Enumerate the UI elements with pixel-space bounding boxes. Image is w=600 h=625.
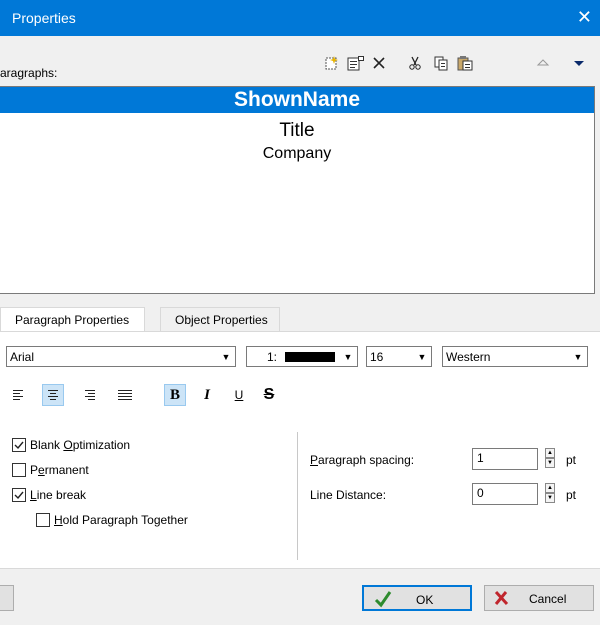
line-distance-stepper[interactable]: ▲ ▼: [545, 483, 555, 505]
paragraphs-label: aragraphs:: [0, 66, 58, 80]
close-icon[interactable]: ✕: [577, 6, 592, 28]
check-icon: [14, 441, 24, 450]
spin-down-icon[interactable]: ▼: [545, 493, 555, 503]
paragraph-spacing-stepper[interactable]: ▲ ▼: [545, 448, 555, 470]
cancel-x-icon: [494, 590, 509, 606]
checkbox-box: [36, 513, 50, 527]
checkbox-box: [12, 438, 26, 452]
check-icon: [374, 591, 392, 608]
justify-icon: [118, 390, 132, 400]
permanent-label: Permanent: [30, 463, 89, 477]
paragraph-spacing-label: Paragraph spacing:: [310, 453, 415, 467]
hold-paragraph-together-checkbox[interactable]: Hold Paragraph Together: [36, 513, 188, 527]
hold-paragraph-together-label: Hold Paragraph Together: [54, 513, 188, 527]
underline-button[interactable]: U: [228, 384, 250, 406]
paragraph-spacing-input[interactable]: 1: [472, 448, 538, 470]
spin-up-icon[interactable]: ▲: [545, 483, 555, 493]
color-prefix: 1:: [267, 350, 278, 364]
line-break-checkbox[interactable]: Line break: [12, 488, 86, 502]
tab-paragraph-properties[interactable]: Paragraph Properties: [0, 307, 145, 332]
strikethrough-button[interactable]: S: [258, 384, 280, 406]
bold-button[interactable]: B: [164, 384, 186, 406]
panel-divider: [297, 432, 298, 560]
justify-button[interactable]: [114, 384, 136, 406]
align-left-button[interactable]: [8, 384, 30, 406]
copy-icon[interactable]: [430, 52, 452, 74]
paste-icon[interactable]: [454, 52, 476, 74]
line-break-label: Line break: [30, 488, 87, 502]
blank-optimization-label: Blank Optimization: [30, 438, 131, 452]
new-icon[interactable]: [320, 52, 342, 74]
help-button[interactable]: [0, 585, 14, 611]
align-center-icon: [48, 390, 58, 400]
align-left-icon: [13, 390, 23, 400]
window-title: Properties: [12, 10, 76, 26]
align-center-button[interactable]: [42, 384, 64, 406]
check-icon: [14, 491, 24, 500]
font-select[interactable]: Arial ▼: [6, 346, 236, 367]
italic-button[interactable]: I: [196, 384, 218, 406]
paragraph-item-title[interactable]: Title: [0, 119, 594, 143]
paragraph-spacing-unit: pt: [566, 453, 577, 467]
line-distance-label: Line Distance:: [310, 488, 387, 502]
ok-label: OK: [416, 593, 434, 607]
spin-up-icon[interactable]: ▲: [545, 448, 555, 458]
chevron-down-icon: ▼: [343, 351, 353, 362]
tab-object-properties[interactable]: Object Properties: [160, 307, 280, 331]
checkbox-box: [12, 488, 26, 502]
spin-down-icon[interactable]: ▼: [545, 458, 555, 468]
color-select[interactable]: 1: ▼: [246, 346, 358, 367]
title-bar: Properties ✕: [0, 0, 600, 36]
color-swatch: [285, 352, 335, 362]
properties-icon[interactable]: [345, 52, 367, 74]
align-right-button[interactable]: [78, 384, 100, 406]
move-down-icon[interactable]: [568, 52, 590, 74]
chevron-down-icon: ▼: [221, 351, 231, 362]
delete-icon[interactable]: [368, 52, 390, 74]
line-distance-input[interactable]: 0: [472, 483, 538, 505]
permanent-checkbox[interactable]: Permanent: [12, 463, 89, 477]
paragraph-item-shownname[interactable]: ShownName: [0, 87, 594, 113]
line-distance-unit: pt: [566, 488, 577, 502]
font-size-value: 16: [370, 350, 384, 364]
paragraphs-list[interactable]: ShownName Title Company: [0, 86, 595, 294]
cut-icon[interactable]: [404, 52, 426, 74]
checkbox-box: [12, 463, 26, 477]
move-up-icon[interactable]: [532, 52, 554, 74]
chevron-down-icon: ▼: [417, 351, 427, 362]
blank-optimization-checkbox[interactable]: Blank Optimization: [12, 438, 130, 452]
paragraph-item-company[interactable]: Company: [0, 143, 594, 165]
ok-button[interactable]: OK: [362, 585, 472, 611]
font-value: Arial: [10, 350, 35, 364]
font-size-select[interactable]: 16 ▼: [366, 346, 432, 367]
script-select[interactable]: Western ▼: [442, 346, 588, 367]
align-right-icon: [85, 390, 95, 400]
script-value: Western: [446, 350, 491, 364]
chevron-down-icon: ▼: [573, 351, 583, 362]
cancel-label: Cancel: [529, 592, 567, 606]
cancel-button[interactable]: Cancel: [484, 585, 594, 611]
